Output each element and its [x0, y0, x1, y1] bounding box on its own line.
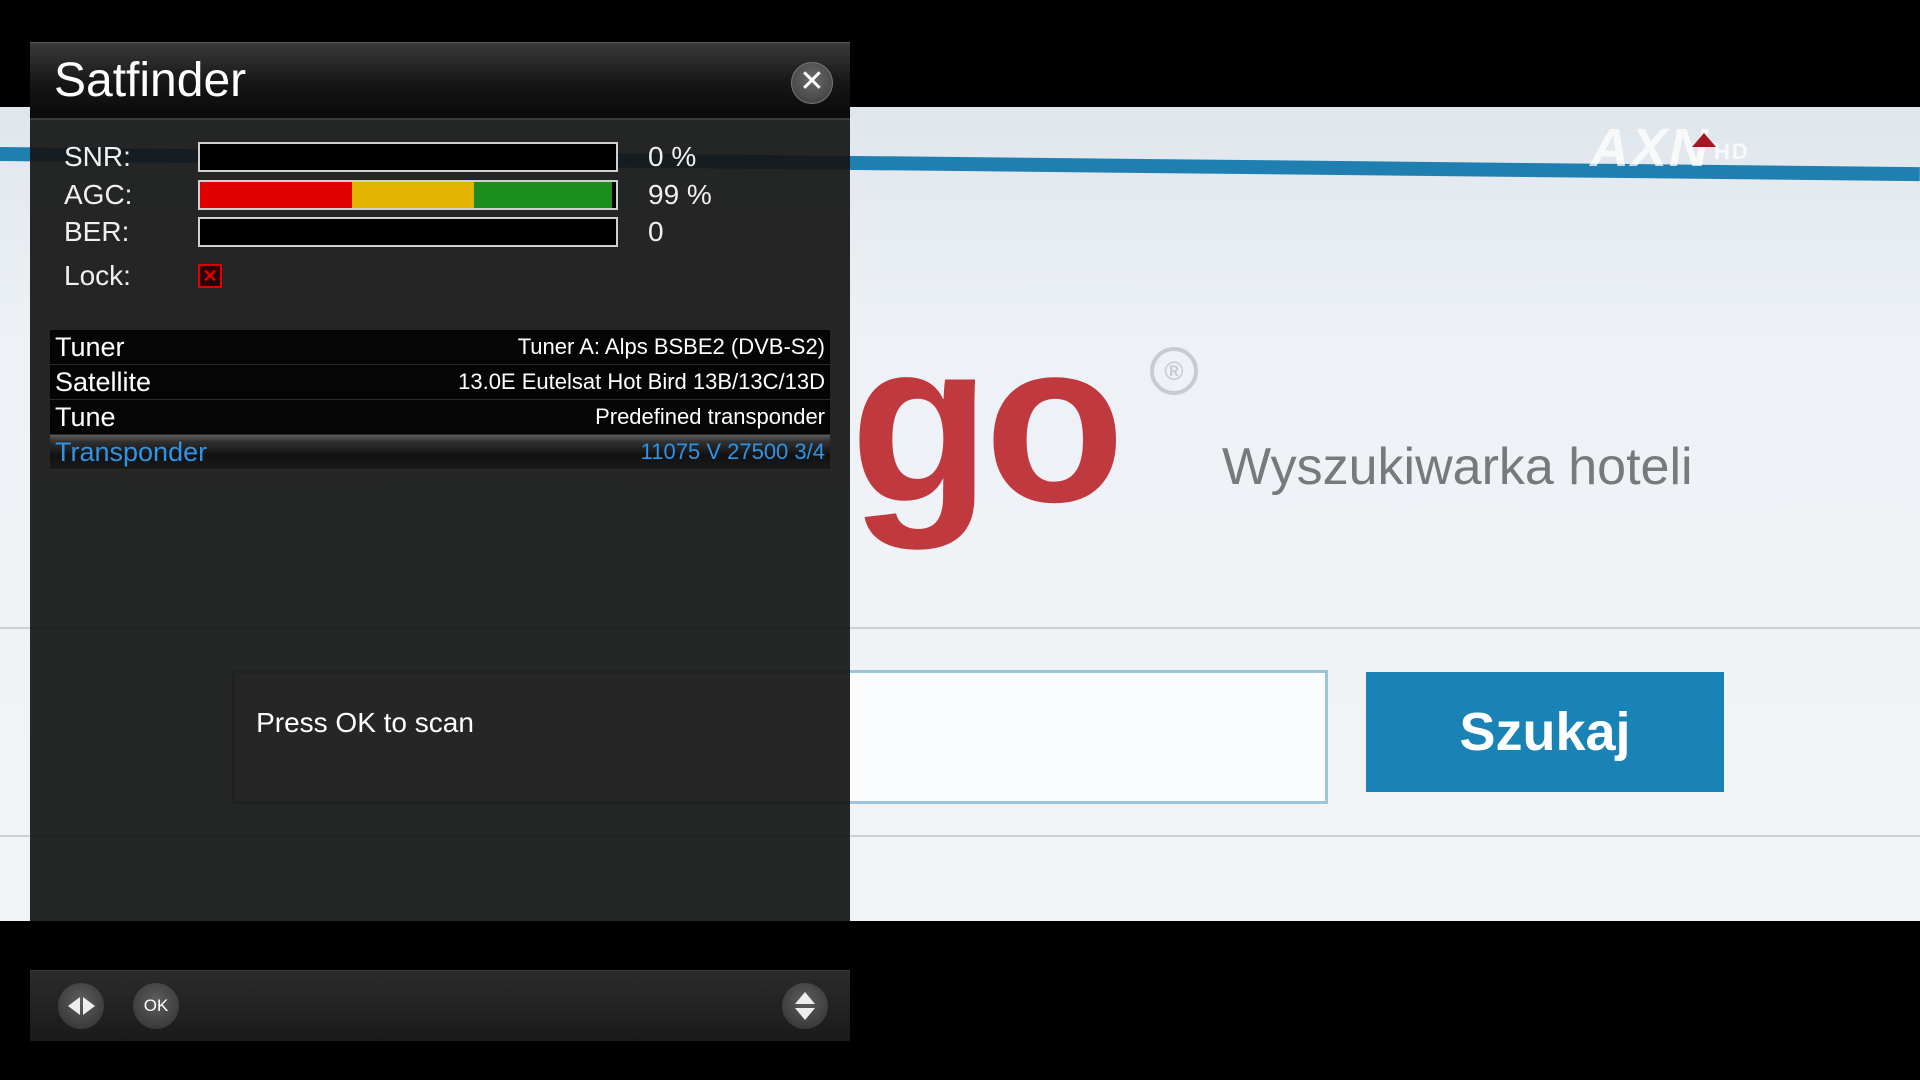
left-right-button[interactable]	[58, 983, 104, 1029]
settings-list: Tuner Tuner A: Alps BSBE2 (DVB-S2) Satel…	[50, 330, 830, 470]
divider	[30, 118, 850, 120]
snr-value: 0 %	[648, 141, 697, 172]
list-item-value: 11075 V 27500 3/4	[640, 439, 825, 464]
brand-logo-text: go	[850, 293, 1125, 550]
agc-meter: AGC: 99 %	[64, 178, 712, 212]
brand-tagline: Wyszukiwarka hoteli	[1222, 438, 1693, 496]
left-right-arrows-icon	[67, 997, 95, 1015]
list-item-value: Predefined transponder	[595, 404, 825, 429]
window-title: Satfinder	[54, 54, 247, 107]
agc-segment-yellow	[352, 182, 474, 208]
satfinder-panel: Satfinder ✕ SNR: 0 % AGC: 99 % BER: 0 Lo…	[30, 42, 850, 921]
list-item-key: Transponder	[55, 436, 208, 467]
agc-value: 99 %	[648, 179, 712, 210]
ber-bar	[198, 217, 618, 247]
snr-meter: SNR: 0 %	[64, 140, 696, 174]
ber-value: 0	[648, 216, 664, 247]
list-item-tune[interactable]: Tune Predefined transponder	[50, 400, 830, 435]
agc-segment-green	[474, 182, 612, 208]
close-icon: ✕	[799, 65, 825, 98]
ok-button[interactable]: OK	[133, 983, 179, 1029]
close-button[interactable]: ✕	[791, 62, 833, 104]
list-item-key: Tuner	[55, 331, 125, 362]
list-item-value: Tuner A: Alps BSBE2 (DVB-S2)	[517, 334, 825, 359]
list-item-value: 13.0E Eutelsat Hot Bird 13B/13C/13D	[458, 369, 825, 394]
title-bar: Satfinder ✕	[30, 42, 850, 119]
channel-marker-icon	[1692, 133, 1716, 147]
key-hint-bar: OK	[30, 970, 850, 1041]
list-item-transponder[interactable]: Transponder 11075 V 27500 3/4	[50, 435, 830, 470]
channel-logo: AXN HD	[1590, 118, 1750, 178]
video-search-button: Szukaj	[1366, 672, 1724, 792]
list-item-tuner[interactable]: Tuner Tuner A: Alps BSBE2 (DVB-S2)	[50, 330, 830, 365]
snr-bar	[198, 142, 618, 172]
up-down-arrows-icon	[795, 992, 815, 1020]
up-down-button[interactable]	[782, 983, 828, 1029]
lock-indicator: Lock: ✕	[64, 259, 222, 293]
ok-button-label: OK	[143, 996, 169, 1015]
lock-unlocked-icon: ✕	[198, 264, 222, 288]
lock-label: Lock:	[64, 260, 131, 291]
agc-label: AGC:	[64, 179, 133, 210]
list-item-key: Tune	[55, 401, 116, 432]
snr-label: SNR:	[64, 141, 131, 172]
status-message: Press OK to scan	[256, 707, 474, 738]
ber-label: BER:	[64, 216, 130, 247]
agc-segment-red	[200, 182, 352, 208]
list-item-key: Satellite	[55, 366, 152, 397]
list-item-satellite[interactable]: Satellite 13.0E Eutelsat Hot Bird 13B/13…	[50, 365, 830, 400]
ber-meter: BER: 0	[64, 215, 664, 249]
agc-bar	[198, 180, 618, 210]
registered-mark: ®	[1150, 347, 1198, 395]
